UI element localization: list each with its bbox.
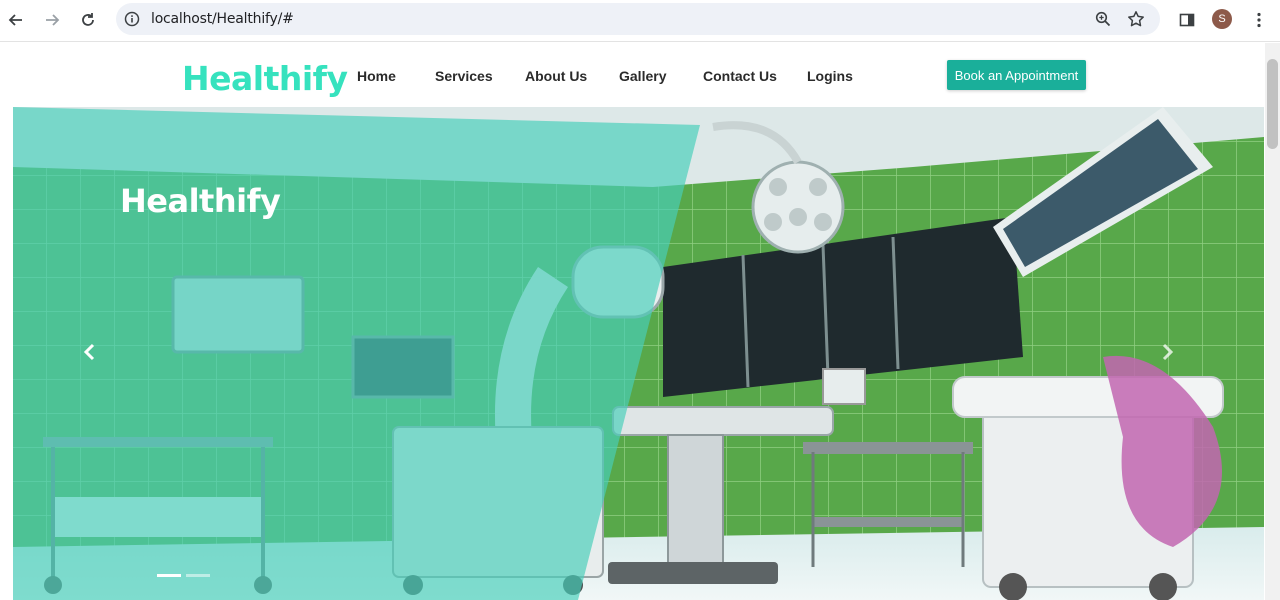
carousel-indicator-1[interactable] — [157, 574, 181, 577]
star-icon[interactable] — [1126, 9, 1146, 29]
nav-about-us[interactable]: About Us — [525, 68, 587, 84]
browser-toolbar: localhost/Healthify/# S — [0, 0, 1280, 42]
info-icon[interactable] — [122, 9, 142, 29]
book-appointment-button[interactable]: Book an Appointment — [947, 60, 1086, 90]
nav-gallery[interactable]: Gallery — [619, 68, 666, 84]
nav-logins[interactable]: Logins — [807, 68, 853, 84]
forward-arrow-icon[interactable] — [40, 8, 64, 32]
site-header: Healthify Home Services About Us Gallery… — [0, 43, 1265, 107]
nav-home[interactable]: Home — [357, 68, 396, 84]
reload-icon[interactable] — [76, 8, 100, 32]
carousel-next-icon[interactable] — [1156, 339, 1180, 365]
carousel-prev-icon[interactable] — [77, 339, 101, 365]
hero-carousel: Healthify — [13, 107, 1264, 600]
nav-contact-us[interactable]: Contact Us — [703, 68, 777, 84]
hero-title: Healthify — [120, 182, 281, 220]
page-scrollbar[interactable] — [1265, 43, 1280, 600]
site-logo[interactable]: Healthify — [182, 59, 348, 98]
web-page: Healthify Home Services About Us Gallery… — [0, 43, 1265, 600]
back-arrow-icon[interactable] — [4, 8, 28, 32]
address-bar[interactable]: localhost/Healthify/# — [116, 3, 1160, 35]
profile-avatar[interactable]: S — [1212, 9, 1232, 29]
scrollbar-thumb[interactable] — [1267, 59, 1278, 149]
nav-services[interactable]: Services — [435, 68, 493, 84]
zoom-icon[interactable] — [1093, 9, 1113, 29]
kebab-menu-icon[interactable] — [1247, 8, 1271, 32]
url-text[interactable]: localhost/Healthify/# — [151, 3, 294, 35]
carousel-indicator-2[interactable] — [186, 574, 210, 577]
side-panel-icon[interactable] — [1175, 8, 1199, 32]
